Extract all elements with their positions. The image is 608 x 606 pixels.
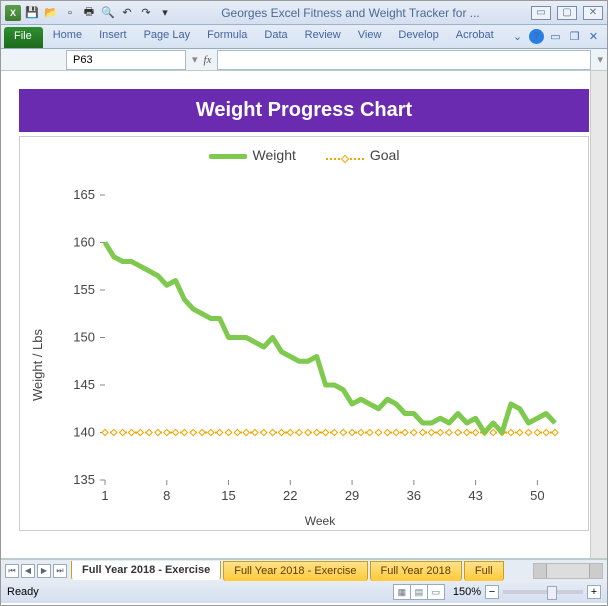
tab-insert[interactable]: Insert xyxy=(91,25,136,48)
sheet-nav-last[interactable]: ⏭ xyxy=(53,564,67,578)
formula-bar: ▾ fx ▾ xyxy=(1,49,607,71)
worksheet-area: Weight Progress Chart Weight Goal 135 140… xyxy=(1,71,607,559)
sheet-tab-3[interactable]: Full xyxy=(464,561,504,581)
horizontal-scrollbar[interactable] xyxy=(533,563,603,579)
qat-dropdown-icon[interactable]: ▾ xyxy=(157,5,173,21)
svg-text:8: 8 xyxy=(163,488,170,503)
excel-app-icon: X xyxy=(5,5,21,21)
svg-text:43: 43 xyxy=(468,488,482,503)
minimize-button[interactable]: ▭ xyxy=(531,6,551,20)
sheet-tab-bar: ⏮ ◀ ▶ ⏭ Full Year 2018 - Exercise Full Y… xyxy=(1,559,607,581)
zoom-in-button[interactable]: + xyxy=(587,585,601,599)
formula-input[interactable] xyxy=(217,50,591,70)
tab-formulas[interactable]: Formula xyxy=(199,25,256,48)
tab-developer[interactable]: Develop xyxy=(390,25,447,48)
tab-acrobat[interactable]: Acrobat xyxy=(448,25,503,48)
sheet-nav-prev[interactable]: ◀ xyxy=(21,564,35,578)
view-pagelayout-icon[interactable]: ▤ xyxy=(410,584,428,600)
sheet-tab-0[interactable]: Full Year 2018 - Exercise xyxy=(71,561,221,580)
svg-text:155: 155 xyxy=(73,282,95,297)
svg-text:160: 160 xyxy=(73,235,95,250)
namebox-dropdown-icon[interactable]: ▾ xyxy=(192,53,198,66)
wb-close-icon[interactable]: ✕ xyxy=(586,29,601,44)
tab-review[interactable]: Review xyxy=(297,25,350,48)
fx-label[interactable]: fx xyxy=(204,54,212,66)
open-icon[interactable]: 📂 xyxy=(43,5,59,21)
save-icon[interactable]: 💾 xyxy=(24,5,40,21)
chart-plot: 135 140 145 150 155 160 165 1 8 15 22 29 36 43 50 Wei… xyxy=(20,175,570,530)
ribbon: File Home Insert Page Lay Formula Data R… xyxy=(1,25,607,49)
formula-expand-icon[interactable]: ▾ xyxy=(597,53,607,66)
x-axis-label: Week xyxy=(305,514,336,528)
maximize-button[interactable]: ▢ xyxy=(557,6,577,20)
sheet-nav-first[interactable]: ⏮ xyxy=(5,564,19,578)
wb-restore-icon[interactable]: ❐ xyxy=(567,29,582,44)
chart-legend: Weight Goal xyxy=(20,137,588,173)
svg-text:22: 22 xyxy=(283,488,297,503)
zoom-out-button[interactable]: − xyxy=(485,585,499,599)
svg-text:150: 150 xyxy=(73,330,95,345)
preview-icon[interactable]: 🔍 xyxy=(100,5,116,21)
close-button[interactable]: ✕ xyxy=(583,6,603,20)
svg-text:15: 15 xyxy=(221,488,235,503)
view-normal-icon[interactable]: ▦ xyxy=(393,584,411,600)
view-pagebreak-icon[interactable]: ▭ xyxy=(427,584,445,600)
undo-icon[interactable]: ↶ xyxy=(119,5,135,21)
status-bar: Ready ▦ ▤ ▭ 150% − + xyxy=(1,581,607,603)
name-box[interactable] xyxy=(66,50,186,70)
legend-item-weight: Weight xyxy=(209,147,296,163)
sheet-tab-2[interactable]: Full Year 2018 xyxy=(370,561,462,581)
redo-icon[interactable]: ↷ xyxy=(138,5,154,21)
tab-file[interactable]: File xyxy=(4,27,43,48)
svg-text:1: 1 xyxy=(101,488,108,503)
sheet-nav: ⏮ ◀ ▶ ⏭ xyxy=(1,564,71,578)
zoom-level[interactable]: 150% xyxy=(453,586,481,598)
tab-data[interactable]: Data xyxy=(256,25,296,48)
svg-text:29: 29 xyxy=(345,488,359,503)
tab-view[interactable]: View xyxy=(350,25,391,48)
chart-title-banner: Weight Progress Chart xyxy=(19,89,589,132)
tab-home[interactable]: Home xyxy=(45,25,91,48)
titlebar: X 💾 📂 ▫ 🖶 🔍 ↶ ↷ ▾ Georges Excel Fitness … xyxy=(1,1,607,25)
svg-text:145: 145 xyxy=(73,377,95,392)
minimize-ribbon-icon[interactable]: ⌄ xyxy=(510,29,525,44)
new-icon[interactable]: ▫ xyxy=(62,5,78,21)
svg-text:165: 165 xyxy=(73,187,95,202)
help-icon[interactable]: ? xyxy=(529,29,544,44)
status-text: Ready xyxy=(7,586,39,598)
chart-container: Weight Goal 135 140 145 150 155 160 165 1 8 15 22… xyxy=(19,136,589,531)
legend-swatch-goal xyxy=(326,156,364,162)
window-title: Georges Excel Fitness and Weight Tracker… xyxy=(176,6,525,20)
svg-text:135: 135 xyxy=(73,472,95,487)
sheet-nav-next[interactable]: ▶ xyxy=(37,564,51,578)
tab-page-layout[interactable]: Page Lay xyxy=(136,25,199,48)
legend-item-goal: Goal xyxy=(326,147,400,163)
wb-minimize-icon[interactable]: ▭ xyxy=(548,29,563,44)
series-weight xyxy=(105,243,555,433)
legend-swatch-weight xyxy=(209,154,247,159)
vertical-scrollbar[interactable] xyxy=(590,71,607,558)
zoom-slider[interactable] xyxy=(503,590,583,594)
svg-text:50: 50 xyxy=(530,488,544,503)
sheet-tab-1[interactable]: Full Year 2018 - Exercise xyxy=(223,561,367,581)
y-axis-label: Weight / Lbs xyxy=(30,328,45,401)
svg-text:140: 140 xyxy=(73,425,95,440)
svg-text:36: 36 xyxy=(407,488,421,503)
print-icon[interactable]: 🖶 xyxy=(81,5,97,21)
